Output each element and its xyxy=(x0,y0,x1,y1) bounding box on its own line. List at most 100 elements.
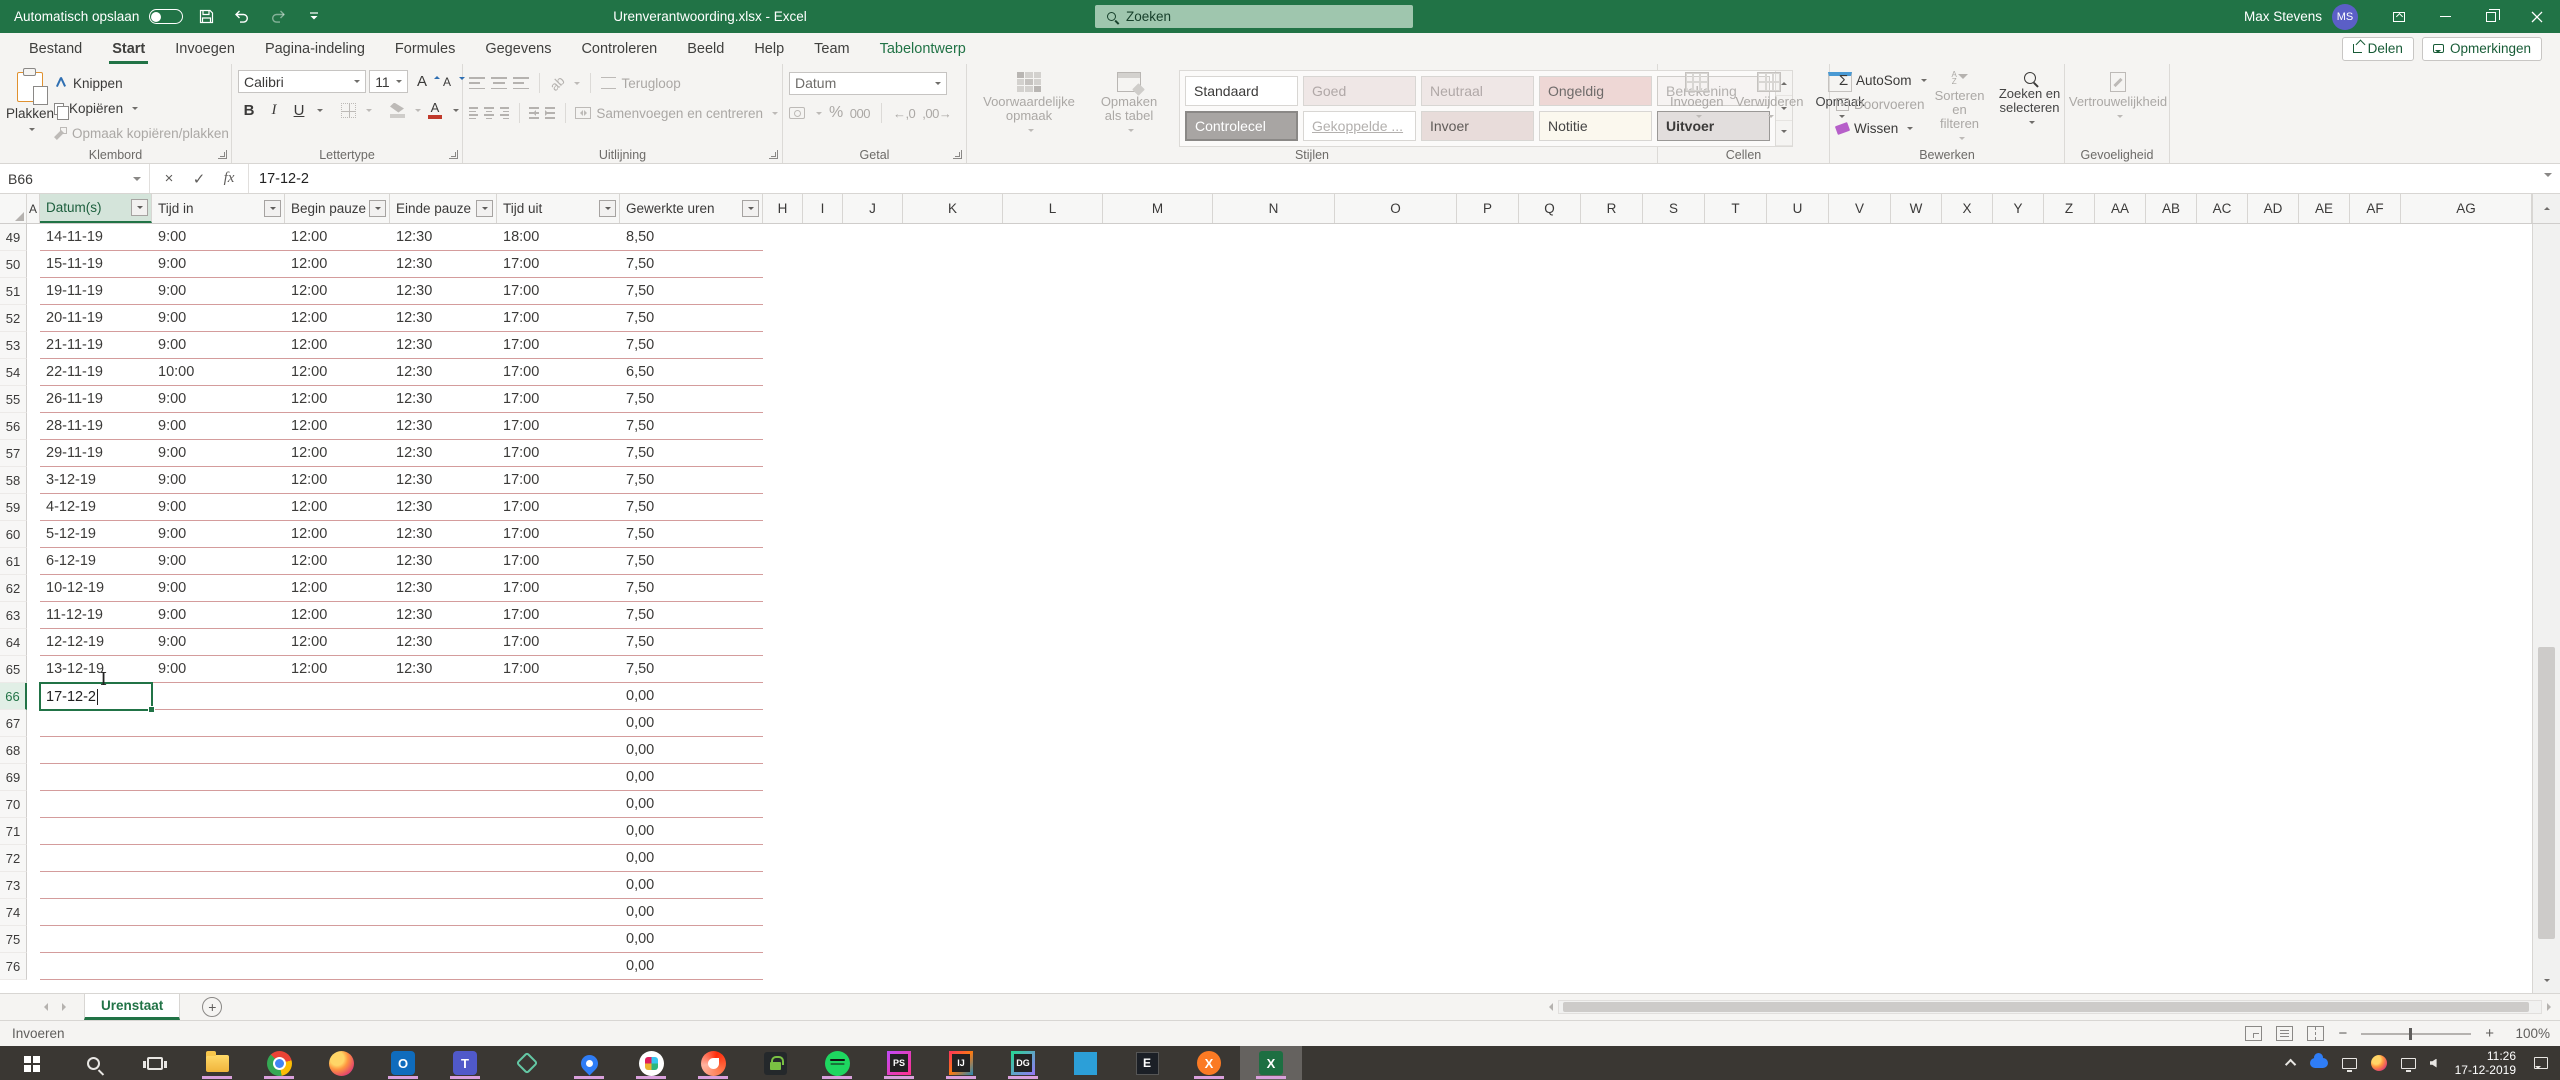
cell[interactable]: 26-11-19 xyxy=(40,386,152,412)
row-header-68[interactable]: 68 xyxy=(0,737,27,764)
insert-function-button[interactable]: fx xyxy=(214,167,244,191)
conditional-formatting-button[interactable]: Voorwaardelijke opmaak xyxy=(973,70,1085,147)
cell[interactable]: 3-12-19 xyxy=(40,467,152,493)
grow-font-button[interactable]: A xyxy=(411,71,433,93)
cell[interactable]: 12:30 xyxy=(390,602,497,628)
cell[interactable]: 12:00 xyxy=(285,521,390,547)
clock[interactable]: 11:26 17-12-2019 xyxy=(2455,1049,2516,1077)
column-header-gewerkte-uren[interactable]: Gewerkte uren xyxy=(620,194,763,223)
cell[interactable] xyxy=(152,818,285,844)
ribbon-tab-team[interactable]: Team xyxy=(799,33,864,64)
cell[interactable] xyxy=(152,926,285,952)
cell[interactable]: 17:00 xyxy=(497,602,620,628)
column-header-tijd-uit[interactable]: Tijd uit xyxy=(497,194,620,223)
ribbon-display-options-button[interactable] xyxy=(2376,0,2422,33)
taskbar-teams-button[interactable]: T xyxy=(434,1046,496,1080)
taskbar-brave-button[interactable] xyxy=(682,1046,744,1080)
borders-button[interactable] xyxy=(337,99,359,121)
ribbon-tab-help[interactable]: Help xyxy=(739,33,799,64)
cell[interactable] xyxy=(152,872,285,898)
cell-style-notitie[interactable]: Notitie xyxy=(1539,111,1652,141)
cell[interactable]: 0,00 xyxy=(620,872,763,898)
shrink-font-button[interactable]: A xyxy=(436,71,458,93)
zoom-in-button[interactable]: + xyxy=(2485,1025,2494,1042)
cell[interactable]: 12:30 xyxy=(390,278,497,304)
bold-button[interactable]: B xyxy=(238,99,260,121)
find-select-button[interactable]: Zoeken en selecteren xyxy=(1993,70,2067,147)
ribbon-tab-bestand[interactable]: Bestand xyxy=(14,33,97,64)
comma-style-icon[interactable]: 000 xyxy=(850,106,870,121)
ribbon-tab-pagina-indeling[interactable]: Pagina-indeling xyxy=(250,33,380,64)
cell[interactable] xyxy=(285,683,390,709)
sheet-tab-urenstaat[interactable]: Urenstaat xyxy=(84,994,180,1020)
enter-entry-button[interactable]: ✓ xyxy=(184,167,214,191)
italic-button[interactable]: I xyxy=(263,99,285,121)
row-header-75[interactable]: 75 xyxy=(0,926,27,953)
cell[interactable] xyxy=(497,953,620,979)
cell[interactable]: 12:30 xyxy=(390,629,497,655)
fill-color-button[interactable] xyxy=(386,99,408,121)
cell[interactable] xyxy=(390,872,497,898)
cell[interactable] xyxy=(285,818,390,844)
clear-button[interactable]: Wissen xyxy=(1836,118,1927,139)
avatar[interactable]: MS xyxy=(2332,4,2358,30)
cell[interactable]: 5-12-19 xyxy=(40,521,152,547)
cell[interactable] xyxy=(285,764,390,790)
close-button[interactable] xyxy=(2514,0,2560,33)
cell[interactable] xyxy=(152,710,285,736)
comments-button[interactable]: Opmerkingen xyxy=(2422,37,2542,61)
zoom-slider[interactable] xyxy=(2361,1033,2471,1035)
font-size-select[interactable]: 11 xyxy=(369,70,408,93)
cell-style-standaard[interactable]: Standaard xyxy=(1185,76,1298,106)
cell[interactable]: 7,50 xyxy=(620,602,763,628)
cell[interactable]: 9:00 xyxy=(152,386,285,412)
cell-style-gekoppelde[interactable]: Gekoppelde ... xyxy=(1303,111,1416,141)
cell[interactable] xyxy=(40,791,152,817)
filter-button[interactable] xyxy=(264,200,281,217)
align-left-icon[interactable] xyxy=(469,107,478,119)
cell[interactable]: 17:00 xyxy=(497,332,620,358)
clipboard-dialog-launcher[interactable] xyxy=(218,150,227,159)
align-center-icon[interactable] xyxy=(484,107,493,119)
cell[interactable]: 7,50 xyxy=(620,656,763,682)
zoom-out-button[interactable]: − xyxy=(2338,1025,2347,1042)
column-header-datum-s[interactable]: Datum(s) xyxy=(40,194,152,223)
column-header-k[interactable]: K xyxy=(903,194,1003,223)
cell[interactable]: 6-12-19 xyxy=(40,548,152,574)
cell[interactable]: 15-11-19 xyxy=(40,251,152,277)
cancel-entry-button[interactable]: × xyxy=(154,167,184,191)
cell[interactable]: 12:00 xyxy=(285,575,390,601)
share-button[interactable]: Delen xyxy=(2342,37,2414,61)
cell[interactable]: 7,50 xyxy=(620,278,763,304)
row-header-73[interactable]: 73 xyxy=(0,872,27,899)
onedrive-icon[interactable] xyxy=(2310,1058,2328,1068)
cell[interactable] xyxy=(40,737,152,763)
cell[interactable] xyxy=(497,683,620,709)
cell[interactable]: 17:00 xyxy=(497,359,620,385)
cell[interactable] xyxy=(285,926,390,952)
cell[interactable]: 17:00 xyxy=(497,278,620,304)
column-header-q[interactable]: Q xyxy=(1519,194,1581,223)
column-header-p[interactable]: P xyxy=(1457,194,1519,223)
name-box[interactable]: B66 xyxy=(0,164,150,193)
customize-quick-access-icon[interactable] xyxy=(301,5,327,29)
cell[interactable] xyxy=(497,926,620,952)
cell[interactable] xyxy=(40,845,152,871)
cell[interactable]: 12:30 xyxy=(390,305,497,331)
cell[interactable]: 12:30 xyxy=(390,332,497,358)
cell[interactable]: 12:30 xyxy=(390,440,497,466)
cell[interactable]: 12:30 xyxy=(390,548,497,574)
cell-style-invoer[interactable]: Invoer xyxy=(1421,111,1534,141)
ribbon-tab-formules[interactable]: Formules xyxy=(380,33,470,64)
column-header-tijd-in[interactable]: Tijd in xyxy=(152,194,285,223)
ribbon-tab-invoegen[interactable]: Invoegen xyxy=(160,33,250,64)
cell[interactable] xyxy=(152,791,285,817)
taskbar-keepass-button[interactable] xyxy=(744,1046,806,1080)
cell[interactable] xyxy=(390,818,497,844)
cell[interactable]: 12:00 xyxy=(285,548,390,574)
cell[interactable]: 9:00 xyxy=(152,602,285,628)
scroll-right-button[interactable] xyxy=(2542,1003,2560,1011)
row-header-59[interactable]: 59 xyxy=(0,494,27,521)
column-header-j[interactable]: J xyxy=(843,194,903,223)
cell[interactable]: 12:30 xyxy=(390,467,497,493)
